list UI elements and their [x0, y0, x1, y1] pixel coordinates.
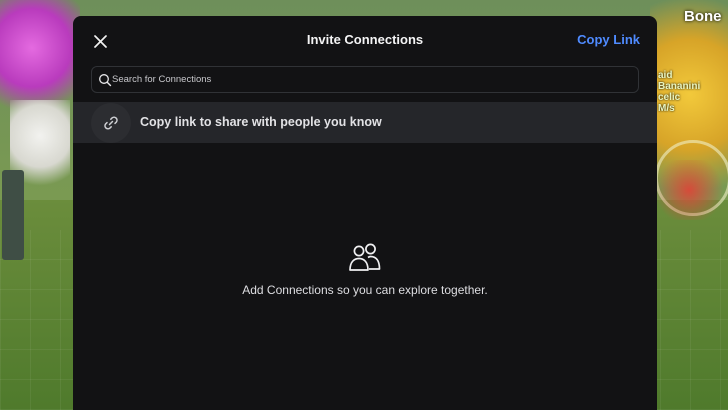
background-post — [2, 170, 24, 260]
people-icon — [349, 243, 381, 271]
background-red-object — [650, 160, 728, 220]
invite-connections-modal: Invite Connections Copy Link Copy link t… — [73, 16, 657, 410]
search-input[interactable] — [112, 67, 632, 92]
empty-state-message: Add Connections so you can explore toget… — [242, 283, 488, 297]
close-icon — [93, 34, 107, 48]
copy-link-button[interactable]: Copy Link — [577, 16, 640, 64]
modal-header: Invite Connections Copy Link — [73, 16, 657, 64]
modal-title: Invite Connections — [306, 32, 424, 47]
search-icon — [99, 74, 112, 87]
share-row-label: Copy link to share with people you know — [140, 115, 382, 129]
background-game-caption: aid Bananini celic M/s — [658, 70, 701, 114]
link-icon — [104, 116, 118, 130]
copy-link-share-row[interactable]: Copy link to share with people you know — [73, 102, 657, 143]
close-button[interactable] — [87, 28, 113, 54]
search-bar — [91, 66, 639, 93]
link-icon-circle — [91, 103, 131, 143]
background-game-text: Bone — [684, 8, 722, 25]
empty-state: Add Connections so you can explore toget… — [73, 242, 657, 297]
